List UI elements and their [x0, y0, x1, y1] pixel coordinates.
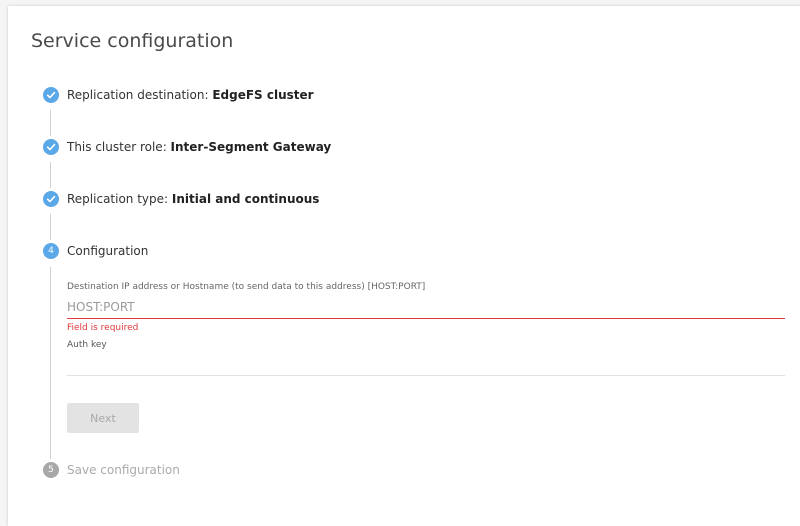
- step-connector: [50, 267, 51, 459]
- step-number-badge: 5: [43, 462, 59, 478]
- step-connector: [50, 214, 51, 240]
- next-button[interactable]: Next: [67, 403, 139, 433]
- step-value: EdgeFS cluster: [212, 88, 314, 102]
- step-value: Inter-Segment Gateway: [170, 140, 332, 154]
- step-number-badge: 4: [43, 243, 59, 259]
- check-icon: [43, 139, 59, 155]
- step-value: Initial and continuous: [171, 192, 320, 206]
- service-config-card: Service configuration Replication destin…: [8, 6, 800, 526]
- page-title: Service configuration: [31, 30, 234, 52]
- destination-error-text: Field is required: [67, 323, 139, 333]
- check-icon: [43, 87, 59, 103]
- step-configuration[interactable]: 4 Configuration: [43, 243, 148, 259]
- destination-input[interactable]: [67, 296, 785, 319]
- step-label: Save configuration: [67, 463, 180, 477]
- step-label: Configuration: [67, 244, 149, 258]
- step-replication-type[interactable]: Replication type: Initial and continuous: [43, 191, 319, 207]
- auth-key-input[interactable]: [67, 354, 785, 376]
- step-connector: [50, 162, 51, 188]
- step-connector: [50, 110, 51, 136]
- step-label: Replication type: Initial and continuous: [67, 192, 320, 206]
- auth-key-label: Auth key: [67, 340, 107, 350]
- step-replication-destination[interactable]: Replication destination: EdgeFS cluster: [43, 87, 314, 103]
- step-cluster-role[interactable]: This cluster role: Inter-Segment Gateway: [43, 139, 331, 155]
- step-label: Replication destination: EdgeFS cluster: [67, 88, 314, 102]
- step-save-configuration[interactable]: 5 Save configuration: [43, 462, 180, 478]
- step-label: This cluster role: Inter-Segment Gateway: [67, 140, 332, 154]
- check-icon: [43, 191, 59, 207]
- destination-field-label: Destination IP address or Hostname (to s…: [67, 282, 426, 292]
